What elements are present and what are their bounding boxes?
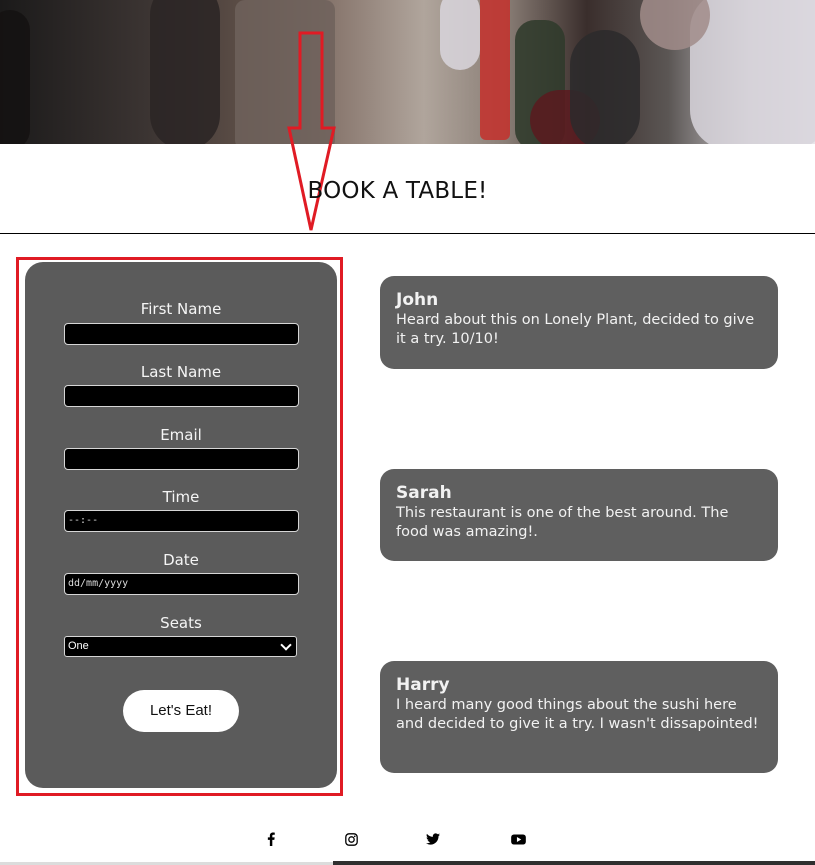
hero-image — [0, 0, 815, 144]
review-card: John Heard about this on Lonely Plant, d… — [380, 276, 778, 369]
date-label: Date — [163, 551, 199, 569]
scrollbar-thumb[interactable] — [333, 861, 815, 865]
instagram-icon[interactable] — [342, 830, 360, 848]
email-label: Email — [160, 426, 202, 444]
review-author: Harry — [396, 675, 450, 695]
review-card: Sarah This restaurant is one of the best… — [380, 469, 778, 561]
review-text: I heard many good things about the sushi… — [396, 697, 759, 732]
twitter-icon[interactable] — [424, 830, 442, 848]
youtube-icon[interactable] — [509, 830, 527, 848]
lets-eat-button[interactable]: Let's Eat! — [123, 690, 239, 732]
page-title: BOOK A TABLE! — [307, 178, 488, 204]
email-input[interactable] — [64, 448, 299, 470]
date-input[interactable]: dd/mm/yyyy — [64, 573, 299, 595]
facebook-icon[interactable] — [262, 830, 280, 848]
chevron-down-icon — [280, 639, 292, 651]
review-author: John — [396, 290, 439, 310]
booking-form: First Name Last Name Email Time --:-- Da… — [25, 262, 337, 788]
seats-select-value: One — [68, 640, 89, 652]
last-name-label: Last Name — [140, 363, 222, 381]
first-name-input[interactable] — [64, 323, 299, 345]
review-text: This restaurant is one of the best aroun… — [396, 505, 729, 540]
review-text: Heard about this on Lonely Plant, decide… — [396, 312, 755, 347]
seats-label: Seats — [160, 614, 202, 632]
last-name-input[interactable] — [64, 385, 299, 407]
time-input[interactable]: --:-- — [64, 510, 299, 532]
section-divider — [0, 233, 815, 234]
review-author: Sarah — [396, 483, 452, 503]
first-name-label: First Name — [140, 300, 222, 318]
seats-select[interactable]: One — [64, 636, 297, 657]
review-card: Harry I heard many good things about the… — [380, 661, 778, 773]
time-label: Time — [162, 488, 200, 506]
